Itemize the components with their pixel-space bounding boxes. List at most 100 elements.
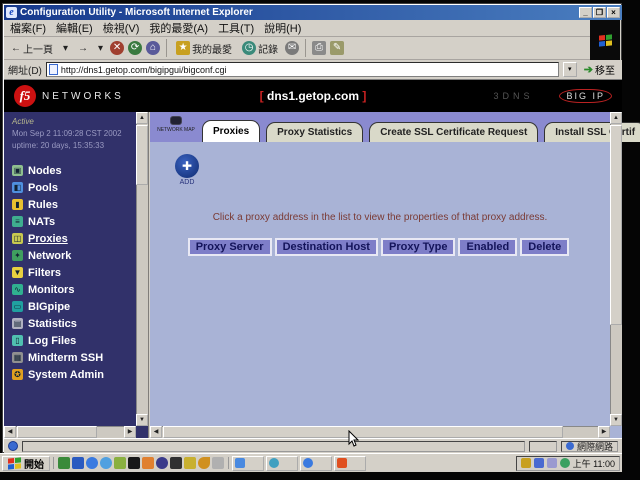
menu-tools[interactable]: 工具(T) — [218, 20, 254, 36]
taskbar-window-button[interactable] — [232, 456, 264, 471]
edit-icon[interactable]: ✎ — [330, 41, 344, 55]
menu-help[interactable]: 說明(H) — [264, 20, 301, 36]
tray-icon[interactable] — [560, 458, 570, 468]
sidebar-item-label: Proxies — [28, 233, 68, 245]
quick-launch-icon[interactable] — [156, 457, 168, 469]
browser-window: e Configuration Utility - Microsoft Inte… — [2, 3, 622, 453]
close-button[interactable]: × — [607, 7, 620, 18]
main-horizontal-scrollbar[interactable]: ◀ ▶ — [150, 426, 610, 438]
sidebar-item-network[interactable]: ✦Network — [12, 247, 136, 264]
sidebar-item-rules[interactable]: ▮Rules — [12, 196, 136, 213]
sidebar-item-bigpipe[interactable]: ▭BIGpipe — [12, 298, 136, 315]
mail-icon[interactable]: ✉ — [285, 41, 299, 55]
mouse-cursor — [348, 430, 360, 453]
quick-launch-icon[interactable] — [58, 457, 70, 469]
sidebar-item-system-admin[interactable]: ✪System Admin — [12, 366, 136, 383]
sidebar-horizontal-scrollbar[interactable]: ◀ ▶ — [4, 426, 136, 438]
add-button[interactable]: ✚ ADD — [172, 154, 202, 186]
scroll-thumb[interactable] — [17, 426, 97, 438]
back-dropdown[interactable]: ▾ — [60, 42, 71, 55]
column-enabled[interactable]: Enabled — [458, 238, 517, 256]
tab-proxies[interactable]: Proxies — [202, 120, 260, 142]
scroll-thumb[interactable] — [610, 125, 622, 325]
quick-launch-icon[interactable] — [170, 457, 182, 469]
sidebar-item-mindterm-ssh[interactable]: ▦Mindterm SSH — [12, 349, 136, 366]
sidebar-item-statistics[interactable]: ▤Statistics — [12, 315, 136, 332]
sidebar-item-nodes[interactable]: ▣Nodes — [12, 162, 136, 179]
back-icon: ← — [11, 43, 21, 54]
scroll-left-icon[interactable]: ◀ — [150, 426, 162, 438]
back-button[interactable]: ← 上一頁 — [8, 40, 56, 57]
scroll-down-icon[interactable]: ▼ — [610, 414, 622, 426]
quick-launch-icon[interactable] — [72, 457, 84, 469]
favorites-label: 我的最愛 — [192, 41, 232, 56]
column-delete[interactable]: Delete — [520, 238, 569, 256]
hostname-text: dns1.getop.com — [267, 89, 359, 103]
column-destination-host[interactable]: Destination Host — [275, 238, 378, 256]
scroll-up-icon[interactable]: ▲ — [136, 112, 148, 124]
add-icon: ✚ — [175, 154, 199, 178]
quick-launch-icon[interactable] — [86, 457, 98, 469]
tray-icon[interactable] — [521, 458, 531, 468]
quick-launch-icon[interactable] — [100, 457, 112, 469]
sidebar-item-nats[interactable]: ≡NATs — [12, 213, 136, 230]
forward-dropdown[interactable]: ▾ — [95, 42, 106, 55]
scroll-right-icon[interactable]: ▶ — [598, 426, 610, 438]
menu-edit[interactable]: 編輯(E) — [56, 20, 93, 36]
home-icon[interactable]: ⌂ — [146, 41, 160, 55]
taskbar-window-button[interactable] — [334, 456, 366, 471]
scroll-thumb[interactable] — [136, 125, 148, 185]
nats-icon: ≡ — [12, 216, 23, 227]
menu-file[interactable]: 檔案(F) — [10, 20, 46, 36]
quick-launch-icon[interactable] — [142, 457, 154, 469]
print-icon[interactable]: ⎙ — [312, 41, 326, 55]
column-proxy-server[interactable]: Proxy Server — [188, 238, 272, 256]
menu-favorites[interactable]: 我的最愛(A) — [149, 20, 208, 36]
menu-view[interactable]: 檢視(V) — [103, 20, 140, 36]
address-input[interactable]: http://dns1.getop.com/bigipgui/bigconf.c… — [46, 62, 559, 77]
taskbar-window-button[interactable] — [300, 456, 332, 471]
quick-launch-icon[interactable] — [198, 457, 210, 469]
scroll-right-icon[interactable]: ▶ — [124, 426, 136, 438]
history-button[interactable]: ◷ 記錄 — [239, 40, 281, 57]
taskbar-window-button[interactable] — [266, 456, 298, 471]
quick-launch-icon[interactable] — [114, 457, 126, 469]
quick-launch-bar — [53, 457, 229, 469]
sidebar-item-filters[interactable]: ▼Filters — [12, 264, 136, 281]
favorites-button[interactable]: ★ 我的最愛 — [173, 40, 235, 57]
start-button[interactable]: 開始 — [2, 456, 50, 471]
minimize-button[interactable]: _ — [579, 7, 592, 18]
sidebar-item-monitors[interactable]: ∿Monitors — [12, 281, 136, 298]
main-vertical-scrollbar[interactable]: ▲ ▼ — [610, 112, 622, 426]
network-map-button[interactable]: NETWORK MAP — [154, 114, 198, 140]
sidebar-item-log-files[interactable]: ▯Log Files — [12, 332, 136, 349]
tray-icon[interactable] — [547, 458, 557, 468]
title-bar[interactable]: e Configuration Utility - Microsoft Inte… — [4, 5, 622, 20]
quick-launch-icon[interactable] — [212, 457, 224, 469]
stop-icon[interactable]: ✕ — [110, 41, 124, 55]
tray-icon[interactable] — [534, 458, 544, 468]
sidebar-item-label: Mindterm SSH — [28, 352, 103, 364]
link-bigip[interactable]: BIG IP — [559, 89, 612, 103]
link-3dns[interactable]: 3DNS — [493, 91, 533, 101]
tab-create-ssl-certificate-request[interactable]: Create SSL Certificate Request — [369, 122, 538, 142]
scroll-down-icon[interactable]: ▼ — [136, 414, 148, 426]
column-proxy-type[interactable]: Proxy Type — [381, 238, 456, 256]
quick-launch-icon[interactable] — [128, 457, 140, 469]
scroll-thumb[interactable] — [163, 426, 563, 438]
sidebar-item-pools[interactable]: ◧Pools — [12, 179, 136, 196]
quick-launch-icon[interactable] — [184, 457, 196, 469]
scroll-up-icon[interactable]: ▲ — [610, 112, 622, 124]
sidebar-item-proxies[interactable]: ◫Proxies — [12, 230, 136, 247]
restore-button[interactable]: ❐ — [593, 7, 606, 18]
tab-proxy-statistics[interactable]: Proxy Statistics — [266, 122, 363, 142]
clock: 上午 11:00 — [573, 457, 615, 470]
go-button[interactable]: ➔ 移至 — [581, 62, 618, 77]
forward-button[interactable]: → — [75, 42, 91, 55]
scroll-left-icon[interactable]: ◀ — [4, 426, 16, 438]
sidebar-vertical-scrollbar[interactable]: ▲ ▼ — [136, 112, 148, 426]
address-dropdown[interactable]: ▾ — [563, 62, 577, 77]
main-frame: NETWORK MAP Proxies Proxy Statistics Cre… — [148, 112, 622, 438]
refresh-icon[interactable]: ⟳ — [128, 41, 142, 55]
tab-install-ssl-certificate[interactable]: Install SSL Certif — [544, 122, 640, 142]
